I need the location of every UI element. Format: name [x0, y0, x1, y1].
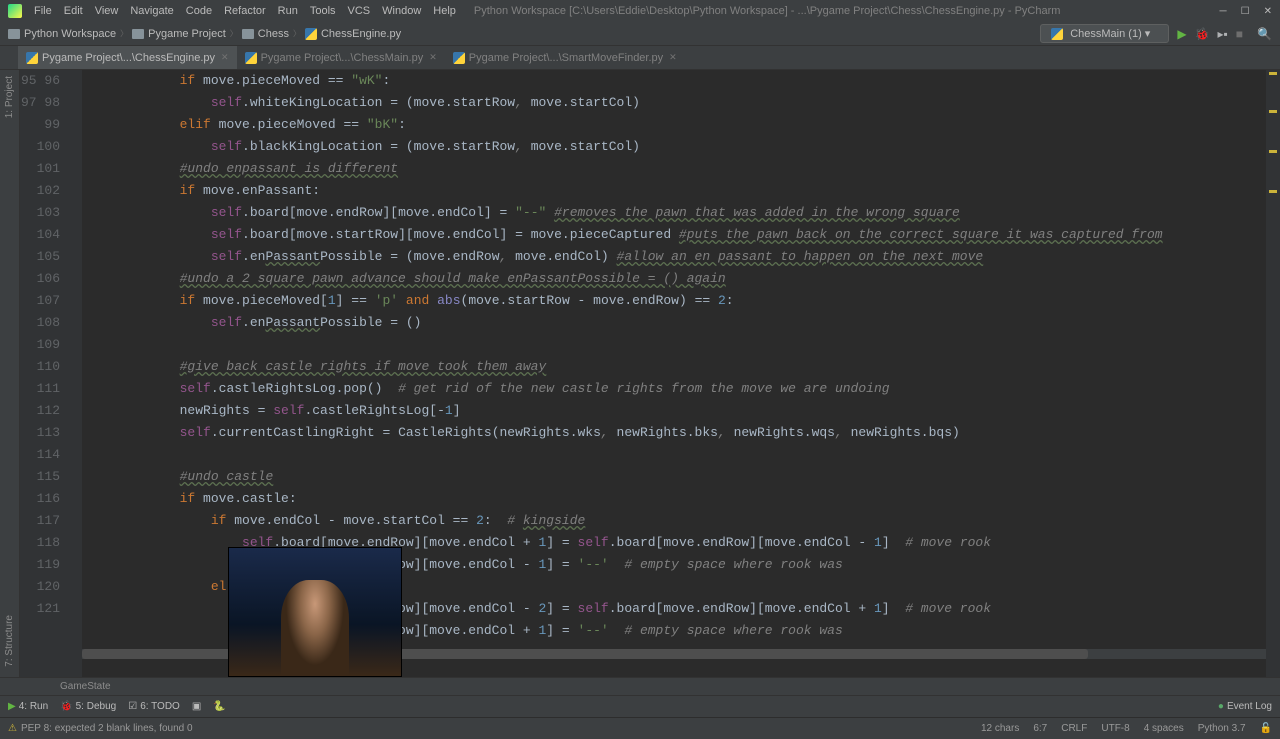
- chevron-right-icon: 〉: [120, 28, 128, 39]
- menu-run[interactable]: Run: [272, 5, 304, 17]
- warning-marker[interactable]: [1269, 72, 1277, 75]
- titlebar: File Edit View Navigate Code Refactor Ru…: [0, 0, 1280, 22]
- structure-tool-button[interactable]: 7: Structure: [4, 615, 15, 667]
- pycharm-icon: [8, 4, 22, 18]
- run-with-coverage-button[interactable]: ▸▪: [1218, 27, 1228, 41]
- warning-icon: ⚠: [8, 723, 17, 734]
- bottom-toolbar: ▶ 4: Run 🐞 5: Debug ☑ 6: TODO ▣ 🐍 ● Even…: [0, 695, 1280, 717]
- status-indent[interactable]: 4 spaces: [1144, 723, 1184, 734]
- chevron-right-icon: 〉: [293, 28, 301, 39]
- run-config-selector[interactable]: ChessMain (1) ▾: [1040, 24, 1169, 43]
- terminal-tool-button[interactable]: ▣: [192, 701, 201, 712]
- window-title: Python Workspace [C:\Users\Eddie\Desktop…: [474, 5, 1061, 17]
- python-file-icon: [26, 52, 38, 64]
- todo-tool-button[interactable]: ☑ 6: TODO: [128, 701, 180, 712]
- python-console-button[interactable]: 🐍: [213, 701, 225, 712]
- run-tool-button[interactable]: ▶ 4: Run: [8, 701, 48, 712]
- menu-file[interactable]: File: [28, 5, 58, 17]
- breadcrumb-folder[interactable]: Chess: [242, 28, 289, 40]
- webcam-person: [281, 580, 350, 676]
- breadcrumb-root[interactable]: Python Workspace: [8, 28, 116, 40]
- code-breadcrumb[interactable]: GameState: [0, 677, 1280, 695]
- status-chars: 12 chars: [981, 723, 1019, 734]
- maximize-icon[interactable]: ☐: [1241, 6, 1250, 17]
- tab-chessengine[interactable]: Pygame Project\...\ChessEngine.py✕: [18, 46, 237, 69]
- stop-button[interactable]: ■: [1236, 27, 1243, 41]
- search-everywhere-icon[interactable]: 🔍: [1257, 27, 1272, 41]
- tab-chessmain[interactable]: Pygame Project\...\ChessMain.py✕: [237, 46, 445, 69]
- fold-gutter[interactable]: [68, 70, 82, 677]
- statusbar: ⚠ PEP 8: expected 2 blank lines, found 0…: [0, 717, 1280, 739]
- menu-window[interactable]: Window: [376, 5, 427, 17]
- minimize-icon[interactable]: ─: [1220, 6, 1227, 17]
- folder-icon: [242, 29, 254, 39]
- close-tab-icon[interactable]: ✕: [669, 52, 677, 63]
- breadcrumb-file[interactable]: ChessEngine.py: [305, 28, 401, 40]
- breadcrumb-project[interactable]: Pygame Project: [132, 28, 226, 40]
- webcam-overlay: [228, 547, 402, 677]
- tool-window-bar-left: 1: Project 7: Structure: [0, 70, 20, 677]
- menu-refactor[interactable]: Refactor: [218, 5, 272, 17]
- status-line-ending[interactable]: CRLF: [1061, 723, 1087, 734]
- folder-icon: [132, 29, 144, 39]
- menu-code[interactable]: Code: [180, 5, 218, 17]
- python-file-icon: [245, 52, 257, 64]
- navigation-bar: Python Workspace 〉 Pygame Project 〉 Ches…: [0, 22, 1280, 46]
- status-lock-icon[interactable]: 🔓: [1260, 723, 1272, 734]
- event-log-button[interactable]: ● Event Log: [1218, 701, 1272, 712]
- python-file-icon: [1051, 28, 1063, 40]
- menu-help[interactable]: Help: [427, 5, 462, 17]
- editor: 1: Project 7: Structure 95 96 97 98 99 1…: [0, 70, 1280, 677]
- editor-tabs: Pygame Project\...\ChessEngine.py✕ Pygam…: [0, 46, 1280, 70]
- project-tool-button[interactable]: 1: Project: [4, 76, 15, 118]
- run-button[interactable]: ▶: [1177, 27, 1186, 41]
- python-file-icon: [453, 52, 465, 64]
- tab-smartmovefinder[interactable]: Pygame Project\...\SmartMoveFinder.py✕: [445, 46, 685, 69]
- menu-edit[interactable]: Edit: [58, 5, 89, 17]
- line-numbers: 95 96 97 98 99 100 101 102 103 104 105 1…: [20, 70, 68, 677]
- close-tab-icon[interactable]: ✕: [429, 52, 437, 63]
- status-position[interactable]: 6:7: [1033, 723, 1047, 734]
- folder-icon: [8, 29, 20, 39]
- warning-marker[interactable]: [1269, 150, 1277, 153]
- warning-marker[interactable]: [1269, 110, 1277, 113]
- close-icon[interactable]: ✕: [1264, 6, 1272, 17]
- menu-view[interactable]: View: [89, 5, 125, 17]
- status-encoding[interactable]: UTF-8: [1101, 723, 1129, 734]
- debug-button[interactable]: 🐞: [1195, 27, 1210, 41]
- menu-vcs[interactable]: VCS: [342, 5, 377, 17]
- error-stripe[interactable]: [1266, 70, 1280, 677]
- warning-marker[interactable]: [1269, 190, 1277, 193]
- chevron-right-icon: 〉: [230, 28, 238, 39]
- debug-tool-button[interactable]: 🐞 5: Debug: [60, 701, 116, 712]
- python-file-icon: [305, 28, 317, 40]
- menu-tools[interactable]: Tools: [304, 5, 342, 17]
- status-message: PEP 8: expected 2 blank lines, found 0: [21, 723, 193, 734]
- status-python[interactable]: Python 3.7: [1198, 723, 1246, 734]
- menu-navigate[interactable]: Navigate: [124, 5, 179, 17]
- close-tab-icon[interactable]: ✕: [221, 52, 229, 63]
